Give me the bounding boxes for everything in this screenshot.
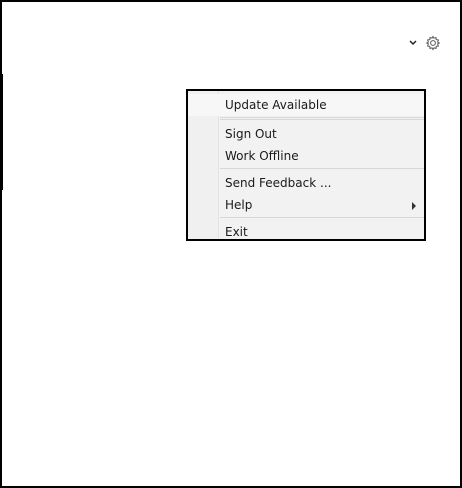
menu-item-label: Exit — [225, 225, 248, 239]
menu-separator — [220, 168, 424, 169]
menu-item-exit[interactable]: Exit — [188, 221, 424, 243]
menu-item-label: Help — [225, 198, 253, 212]
menu-item-label: Send Feedback ... — [225, 176, 332, 190]
menu-item-label: Sign Out — [225, 127, 277, 141]
menu-item-help[interactable]: Help — [188, 194, 424, 216]
menu-item-label: Update Available — [225, 98, 327, 112]
gear-icon[interactable] — [424, 34, 442, 52]
chevron-down-icon[interactable] — [408, 38, 418, 48]
context-menu: Update Available Sign Out Work Offline S… — [186, 89, 426, 241]
menu-item-sign-out[interactable]: Sign Out — [188, 123, 424, 145]
app-window — [0, 0, 462, 488]
menu-item-update-available[interactable]: Update Available — [188, 94, 424, 116]
top-controls — [408, 34, 442, 52]
submenu-arrow-icon — [412, 202, 416, 210]
menu-item-work-offline[interactable]: Work Offline — [188, 145, 424, 167]
left-edge-marker — [2, 74, 3, 190]
menu-separator — [220, 217, 424, 218]
menu-separator — [220, 119, 424, 120]
menu-separator — [220, 117, 424, 118]
menu-item-label: Work Offline — [225, 149, 299, 163]
menu-item-send-feedback[interactable]: Send Feedback ... — [188, 172, 424, 194]
